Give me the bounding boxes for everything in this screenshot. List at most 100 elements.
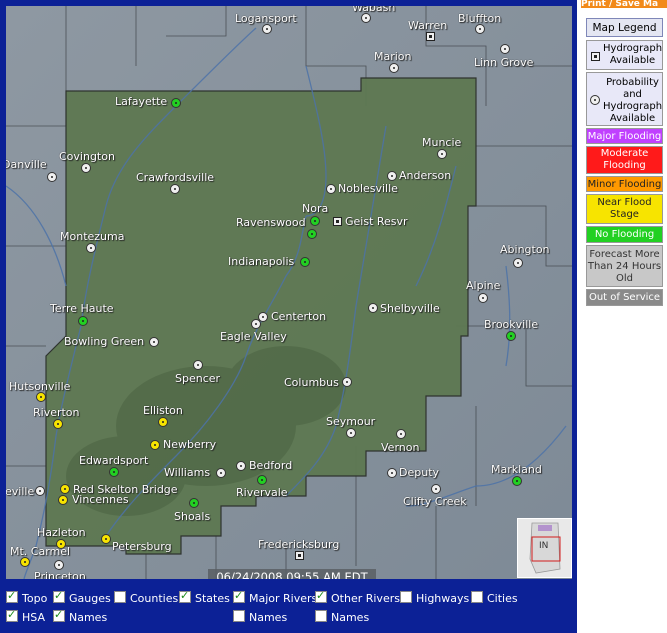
gauge-crawfordsville[interactable] xyxy=(170,184,180,194)
toggle-states[interactable]: States xyxy=(179,589,230,605)
gauge-covington[interactable] xyxy=(81,163,91,173)
map-legend-button[interactable]: Map Legend xyxy=(586,18,663,37)
gauge-eagle-valley[interactable] xyxy=(251,319,261,329)
gauge-petersburg[interactable] xyxy=(101,534,111,544)
label-crawfordsville: Crawfordsville xyxy=(136,171,215,184)
gauge-bowling-green[interactable] xyxy=(149,337,159,347)
gauge-newberry[interactable] xyxy=(150,440,160,450)
legend-forecast-old: Forecast More Than 24 Hours Old xyxy=(586,245,663,287)
label-covington: Covington xyxy=(59,150,115,163)
label-edwardsport: Edwardsport xyxy=(79,454,149,467)
map-view[interactable]: Logansport Wabash Warren Bluffton Marion… xyxy=(6,6,572,579)
toggle-gauge-names-label: Names xyxy=(69,611,108,624)
gauge-marion[interactable] xyxy=(389,63,399,73)
toggle-other-rivers[interactable]: Other Rivers xyxy=(315,589,400,605)
gauge-columbus[interactable] xyxy=(342,377,352,387)
gauge-deputy[interactable] xyxy=(387,468,397,478)
toggle-major-rivers[interactable]: Major Rivers xyxy=(233,589,318,605)
label-lafayette: Lafayette xyxy=(115,95,168,108)
map-timestamp: 06/24/2008 09:55 AM EDT xyxy=(208,569,376,579)
label-linn-grove: Linn Grove xyxy=(474,56,534,69)
gauge-anderson[interactable] xyxy=(387,171,397,181)
gauge-indianapolis[interactable] xyxy=(300,257,310,267)
gauge-bluffton[interactable] xyxy=(475,24,485,34)
gauge-spencer[interactable] xyxy=(193,360,203,370)
gauge-linn-grove[interactable] xyxy=(500,44,510,54)
legend-probability-label: Probability and Hydrograph Available xyxy=(603,77,663,124)
label-alpine: Alpine xyxy=(466,279,501,292)
gauge-vernon[interactable] xyxy=(396,429,406,439)
label-bedford: Bedford xyxy=(249,459,293,472)
gauge-wabash[interactable] xyxy=(361,13,371,23)
gauge-fredericksburg[interactable] xyxy=(295,551,304,560)
gauge-shelbyville[interactable] xyxy=(368,303,378,313)
toggle-gauges[interactable]: Gauges xyxy=(53,589,111,605)
gauge-danville[interactable] xyxy=(47,172,57,182)
gauge-rivervale[interactable] xyxy=(257,475,267,485)
legend-hydrograph-label: Hydrograph Available xyxy=(603,43,663,66)
legend-probability: Probability and Hydrograph Available xyxy=(586,72,663,126)
gauge-noblesville[interactable] xyxy=(326,184,336,194)
toggle-other-rivers-label: Other Rivers xyxy=(331,592,400,605)
gauge-alpine[interactable] xyxy=(478,293,488,303)
label-rivervale: Rivervale xyxy=(236,486,288,499)
toggle-gauge-names[interactable]: Names xyxy=(53,608,108,624)
label-princeton: Princeton xyxy=(34,570,86,580)
gauge-clifty-creek[interactable] xyxy=(431,484,441,494)
gauge-vincennes[interactable] xyxy=(58,495,68,505)
gauge-williams[interactable] xyxy=(216,468,226,478)
toggle-counties[interactable]: Counties xyxy=(114,591,178,605)
gauge-neville[interactable] xyxy=(35,486,45,496)
toggle-major-river-names-label: Names xyxy=(249,611,288,624)
label-neville: eville xyxy=(6,485,35,498)
toggle-highways[interactable]: Highways xyxy=(400,591,469,605)
label-williams: Williams xyxy=(164,466,211,479)
toggle-major-rivers-label: Major Rivers xyxy=(249,592,318,605)
legend-no-flooding: No Flooding xyxy=(586,226,663,243)
toggle-major-river-names[interactable]: Names xyxy=(233,610,287,624)
gauge-seymour[interactable] xyxy=(346,428,356,438)
gauge-red-skelton-bridge[interactable] xyxy=(60,484,70,494)
toggle-topo[interactable]: Topo xyxy=(6,589,48,605)
toggle-hsa[interactable]: HSA xyxy=(6,608,45,624)
legend-moderate-flooding: Moderate Flooding xyxy=(586,146,663,174)
toggle-cities[interactable]: Cities xyxy=(471,591,518,605)
gauge-geist-resvr[interactable] xyxy=(333,217,342,226)
print-save-map-button[interactable]: Print / Save Ma xyxy=(581,0,667,8)
gauge-nora[interactable] xyxy=(307,229,317,239)
gauge-mt-carmel-south[interactable] xyxy=(20,557,30,567)
legend-minor-flooding: Minor Flooding xyxy=(586,176,663,192)
gauge-markland[interactable] xyxy=(512,476,522,486)
gauge-montezuma[interactable] xyxy=(86,243,96,253)
toggle-other-river-names[interactable]: Names xyxy=(315,610,369,624)
gauge-hutsonville[interactable] xyxy=(36,392,46,402)
gauge-elliston[interactable] xyxy=(158,417,168,427)
gauge-bedford[interactable] xyxy=(236,461,246,471)
legend-major-flooding: Major Flooding xyxy=(586,128,663,144)
gauge-riverton[interactable] xyxy=(53,419,63,429)
gauge-ravenswood[interactable] xyxy=(310,216,320,226)
locator-inset-map[interactable]: IN xyxy=(517,518,572,578)
gauge-abington[interactable] xyxy=(513,258,523,268)
gauge-logansport[interactable] xyxy=(262,24,272,34)
gauge-brookville[interactable] xyxy=(506,331,516,341)
gauge-muncie[interactable] xyxy=(437,149,447,159)
gauge-warren[interactable] xyxy=(426,32,435,41)
toggle-gauges-label: Gauges xyxy=(69,592,111,605)
label-seymour: Seymour xyxy=(326,415,376,428)
label-marion: Marion xyxy=(374,50,412,63)
toggle-other-river-names-label: Names xyxy=(331,611,370,624)
gauge-lafayette[interactable] xyxy=(171,98,181,108)
toggle-highways-label: Highways xyxy=(416,592,470,605)
label-vernon: Vernon xyxy=(381,441,420,454)
gauge-mt-carmel[interactable] xyxy=(54,560,64,570)
label-elliston: Elliston xyxy=(143,404,183,417)
toggle-topo-label: Topo xyxy=(22,592,48,605)
label-columbus: Columbus xyxy=(284,376,339,389)
gauge-edwardsport[interactable] xyxy=(109,467,119,477)
toggle-counties-label: Counties xyxy=(130,592,179,605)
gauge-terre-haute[interactable] xyxy=(78,316,88,326)
gauge-shoals[interactable] xyxy=(189,498,199,508)
label-fredericksburg: Fredericksburg xyxy=(258,538,340,551)
label-centerton: Centerton xyxy=(271,310,327,323)
